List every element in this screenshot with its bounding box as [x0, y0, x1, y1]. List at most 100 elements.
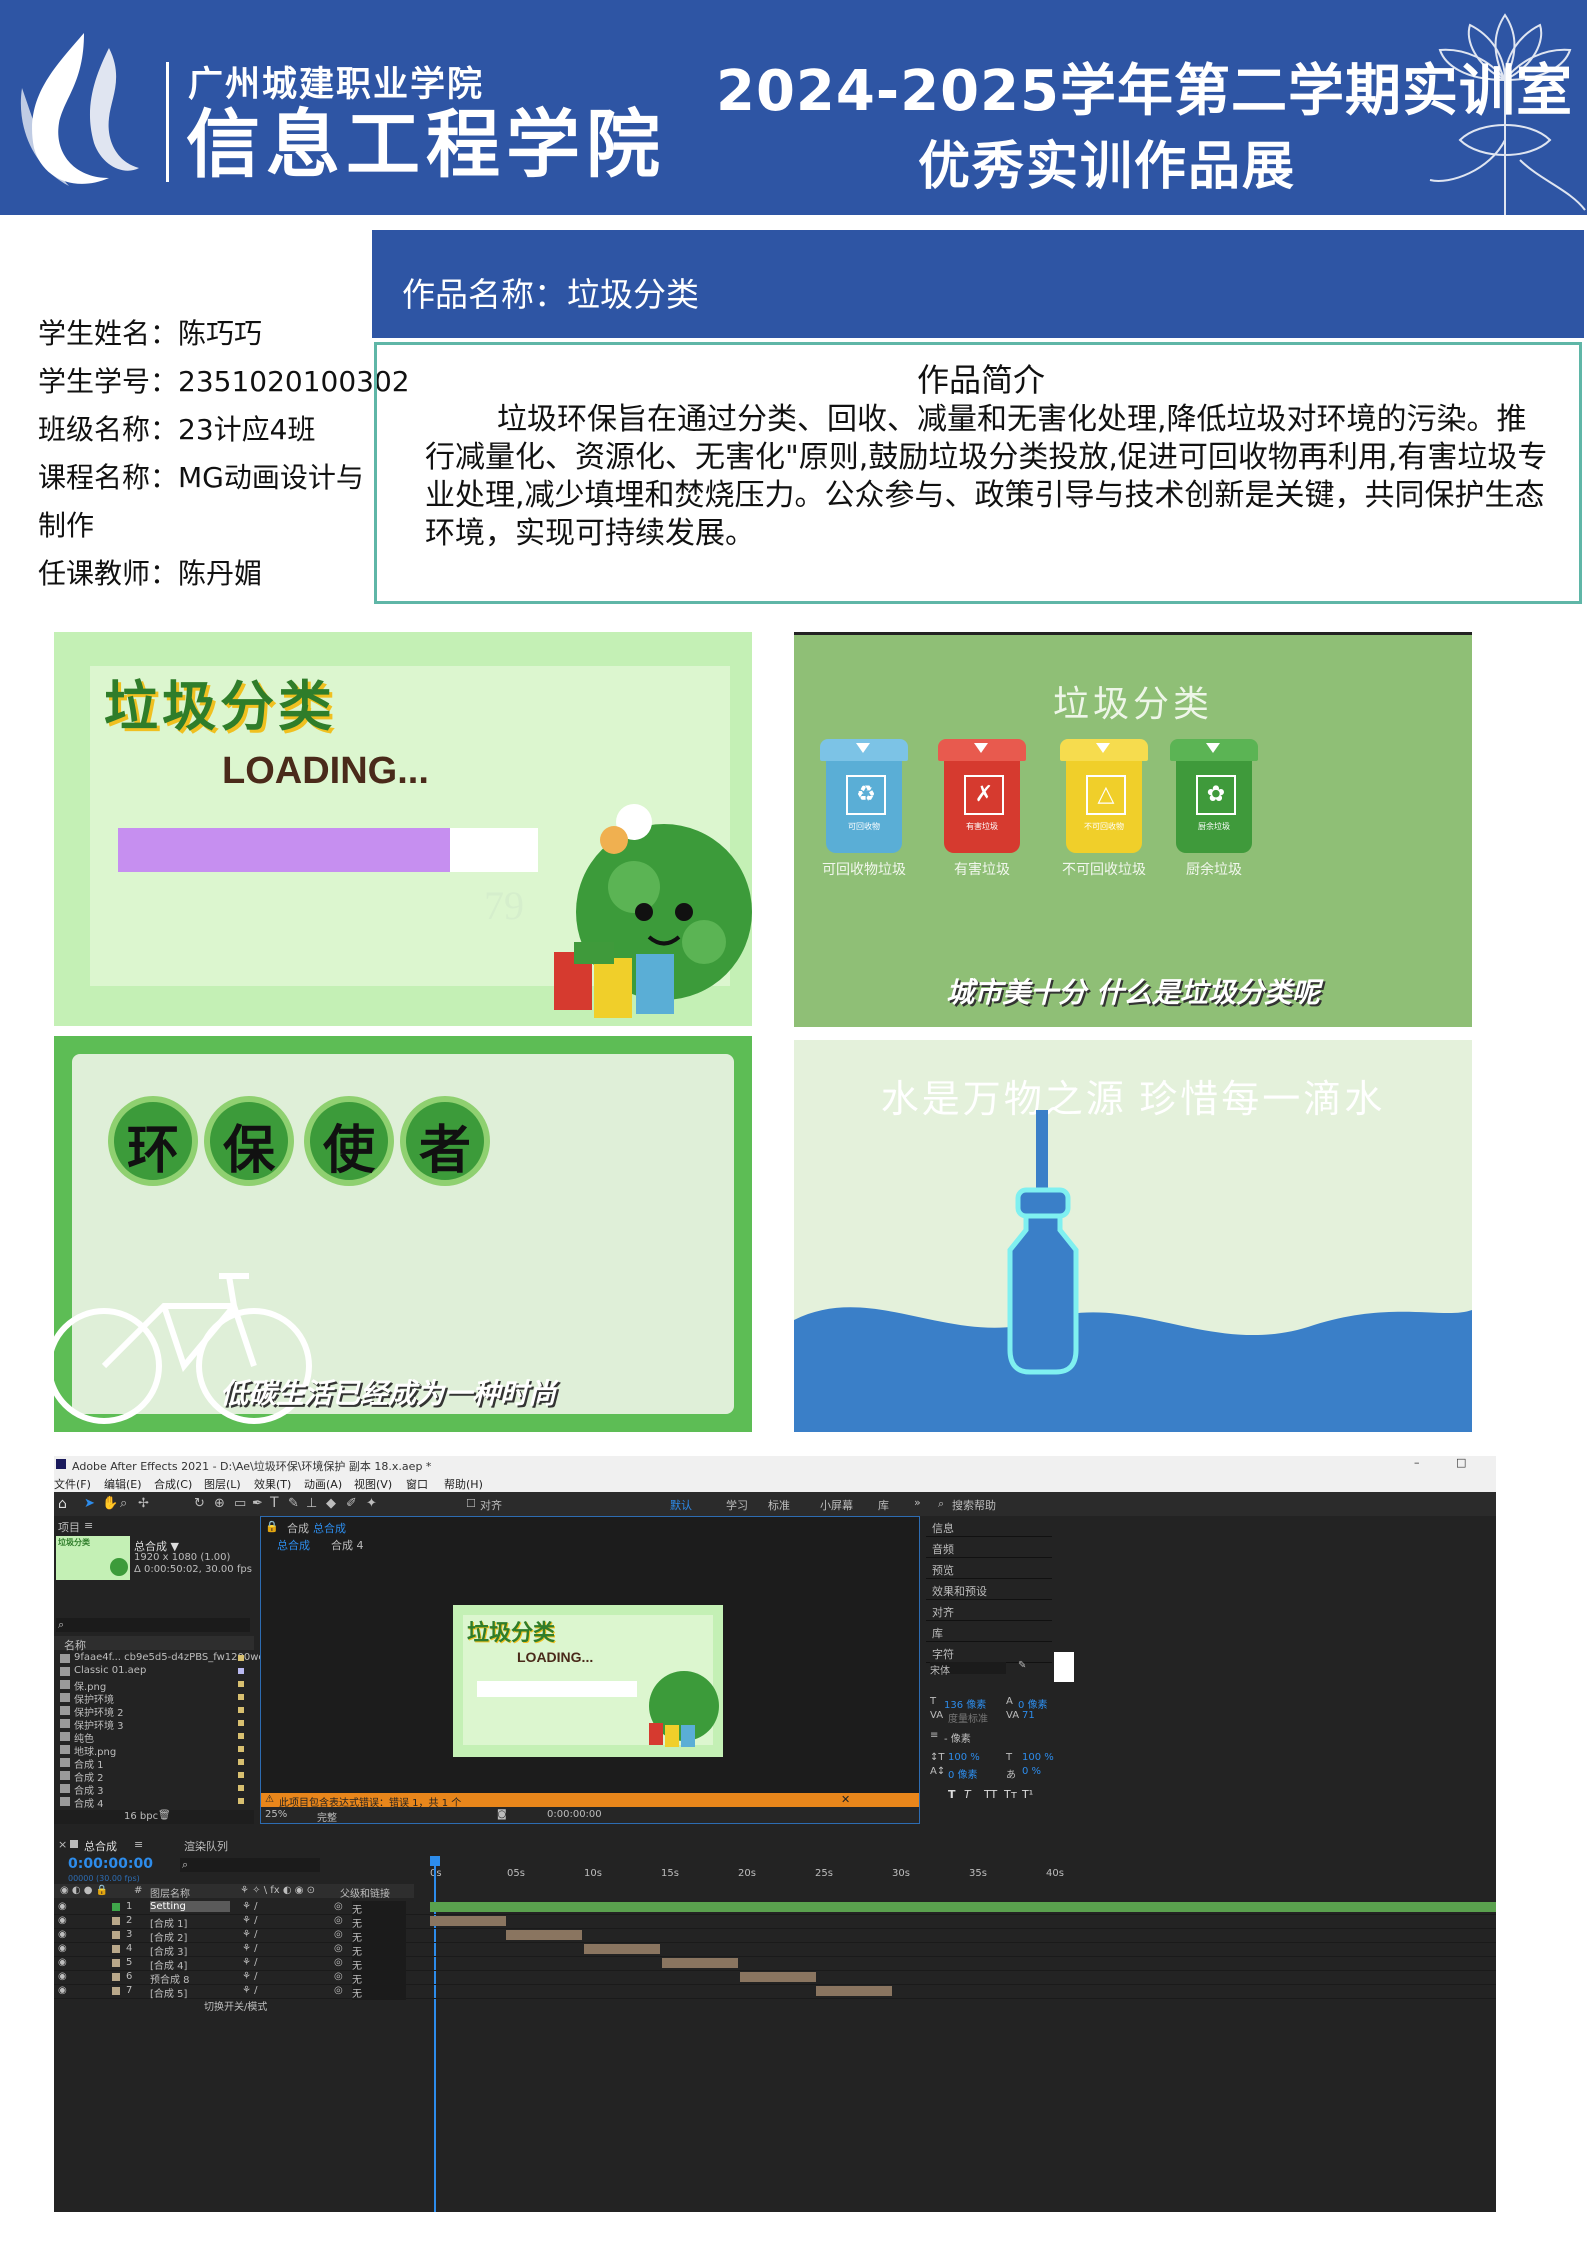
roto-tool-icon[interactable]: ✐ [346, 1496, 357, 1511]
workspace-tab[interactable]: 小屏幕 [820, 1497, 853, 1513]
layer-name-header[interactable]: 图层名称 [150, 1885, 190, 1900]
menu-item[interactable]: 窗口 [406, 1476, 428, 1492]
right-panel-item[interactable]: 对齐 [926, 1600, 1052, 1621]
faux-bold-button[interactable]: T [948, 1788, 956, 1801]
menu-item[interactable]: 编辑(E) [104, 1476, 142, 1492]
project-item[interactable]: 保.png [54, 1678, 254, 1693]
font-size-value[interactable]: 136 像素 [944, 1696, 986, 1711]
search-help-input[interactable]: 搜索帮助 [952, 1497, 996, 1513]
comp-tab-name[interactable]: 总合成 [313, 1520, 346, 1536]
project-item[interactable]: 合成 2 [54, 1769, 254, 1784]
search-icon[interactable]: ⌕ [938, 1497, 944, 1511]
layer-switches[interactable]: ⚘ / [242, 1985, 258, 1996]
workspace-tab[interactable]: 学习 [726, 1497, 748, 1513]
baseline-value[interactable]: 0 像素 [948, 1766, 978, 1781]
render-queue-tab[interactable]: 渲染队列 [184, 1838, 228, 1854]
layer-switches[interactable]: ⚘ / [242, 1971, 258, 1982]
layer-row[interactable]: ◉ 1 Setting ⚘ / ◎ 无 [54, 1900, 1496, 1916]
project-item[interactable]: 保护环境 2 [54, 1704, 254, 1719]
layer-duration-bar[interactable] [506, 1930, 582, 1940]
layer-duration-bar[interactable] [430, 1916, 506, 1926]
minimize-button[interactable]: – [1414, 1456, 1420, 1469]
project-item[interactable]: 9faae4f... cb9e5d5-d4zPBS_fw1200webp.web… [54, 1652, 307, 1665]
all-caps-button[interactable]: TT [984, 1788, 997, 1801]
parent-header[interactable]: 父级和链接 [340, 1885, 390, 1900]
project-item[interactable]: 地球.png [54, 1743, 254, 1758]
quality-select[interactable]: 完整 [317, 1809, 337, 1824]
comp-timecode[interactable]: 0:00:00:00 [547, 1809, 602, 1820]
layer-duration-bar[interactable] [584, 1944, 660, 1954]
parent-pickwhip-icon[interactable]: ◎ [334, 1943, 343, 1954]
text-tool-icon[interactable]: T [270, 1495, 279, 1511]
vscale-value[interactable]: 100 % [948, 1752, 980, 1763]
fill-color-swatch[interactable] [1054, 1652, 1074, 1682]
parent-pickwhip-icon[interactable]: ◎ [334, 1901, 343, 1912]
orbit-tool-icon[interactable]: ✢ [138, 1496, 149, 1511]
layer-row[interactable]: ◉ 7 [合成 5] ⚘ / ◎ 无 [54, 1984, 1496, 2000]
stamp-tool-icon[interactable]: ⊥ [306, 1496, 317, 1511]
parent-pickwhip-icon[interactable]: ◎ [334, 1985, 343, 1996]
layer-duration-bar[interactable] [816, 1986, 892, 1996]
warning-close-icon[interactable]: ✕ [841, 1793, 850, 1806]
right-panel-item[interactable]: 信息 [926, 1516, 1052, 1537]
menu-item[interactable]: 文件(F) [54, 1476, 91, 1492]
zoom-tool-icon[interactable]: ⌕ [120, 1496, 127, 1511]
tracking-value[interactable]: 度量标准 [948, 1710, 988, 1725]
layer-row[interactable]: ◉ 4 [合成 3] ⚘ / ◎ 无 [54, 1942, 1496, 1958]
workspace-tab[interactable]: 默认 [670, 1497, 692, 1513]
hscale-value[interactable]: 100 % [1022, 1752, 1054, 1763]
home-icon[interactable]: ⌂ [58, 1496, 67, 1512]
camera-icon[interactable]: ◙ [497, 1809, 507, 1820]
puppet-tool-icon[interactable]: ✦ [366, 1496, 377, 1511]
brush-tool-icon[interactable]: ✎ [288, 1496, 299, 1511]
layer-label-color[interactable] [112, 1987, 120, 1995]
layer-label-color[interactable] [112, 1931, 120, 1939]
right-panel-item[interactable]: 库 [926, 1621, 1052, 1642]
eyedropper-icon[interactable]: ✎ [1018, 1660, 1026, 1671]
layer-switches[interactable]: ⚘ / [242, 1957, 258, 1968]
workspace-more-icon[interactable]: » [914, 1496, 921, 1509]
panel-menu-icon[interactable]: ≡ [84, 1519, 93, 1532]
layer-switches[interactable]: ⚘ / [242, 1901, 258, 1912]
layer-switches[interactable]: ⚘ / [242, 1943, 258, 1954]
layer-row[interactable]: ◉ 6 预合成 8 ⚘ / ◎ 无 [54, 1970, 1496, 1986]
time-ruler[interactable]: 0s05s10s15s20s25s30s35s40s [426, 1856, 1496, 1884]
shape-tool-icon[interactable]: ▭ [234, 1496, 246, 1511]
timeline-menu-icon[interactable]: ≡ [134, 1838, 143, 1851]
layer-label-color[interactable] [112, 1903, 120, 1911]
layer-label-color[interactable] [112, 1945, 120, 1953]
layer-parent-select[interactable]: 无 [352, 1985, 406, 2000]
layer-row[interactable]: ◉ 2 [合成 1] ⚘ / ◎ 无 [54, 1914, 1496, 1930]
project-item[interactable]: 保护环境 [54, 1691, 254, 1706]
zoom-select[interactable]: 25% [265, 1809, 287, 1820]
font-family-select[interactable]: 宋体 [930, 1662, 1006, 1677]
layer-visibility-icon[interactable]: ◉ [58, 1943, 67, 1954]
name-column-header[interactable]: 名称 [64, 1637, 86, 1653]
layer-label-color[interactable] [112, 1959, 120, 1967]
workspace-tab[interactable]: 标准 [768, 1497, 790, 1513]
leading-value[interactable]: 0 像素 [1018, 1696, 1048, 1711]
timeline-search-input[interactable]: ⌕ [180, 1858, 320, 1872]
layer-switches[interactable]: ⚘ / [242, 1929, 258, 1940]
menu-item[interactable]: 合成(C) [154, 1476, 192, 1492]
layer-label-color[interactable] [112, 1973, 120, 1981]
layer-visibility-icon[interactable]: ◉ [58, 1901, 67, 1912]
right-panel-item[interactable]: 音频 [926, 1537, 1052, 1558]
rotate-tool-icon[interactable]: ↻ [194, 1496, 205, 1511]
menu-item[interactable]: 视图(V) [354, 1476, 392, 1492]
comp-lock-icon[interactable]: 🔒 [265, 1520, 279, 1533]
layer-duration-bar[interactable] [662, 1958, 738, 1968]
trash-icon[interactable]: 🗑 [158, 1810, 171, 1821]
playhead-handle[interactable] [430, 1856, 440, 1866]
layer-row[interactable]: ◉ 3 [合成 2] ⚘ / ◎ 无 [54, 1928, 1496, 1944]
layer-name[interactable]: Setting [150, 1901, 230, 1912]
project-item[interactable]: 保护环境 3 [54, 1717, 254, 1732]
layer-switches[interactable]: ⚘ / [242, 1915, 258, 1926]
layer-visibility-icon[interactable]: ◉ [58, 1915, 67, 1926]
layer-duration-bar[interactable] [430, 1902, 1496, 1912]
right-panel-item[interactable]: 效果和预设 [926, 1579, 1052, 1600]
stroke-width-value[interactable]: - 像素 [944, 1730, 971, 1745]
layer-row[interactable]: ◉ 5 [合成 4] ⚘ / ◎ 无 [54, 1956, 1496, 1972]
project-item[interactable]: 合成 3 [54, 1782, 254, 1797]
project-item[interactable]: Classic 01.aep [54, 1665, 254, 1678]
